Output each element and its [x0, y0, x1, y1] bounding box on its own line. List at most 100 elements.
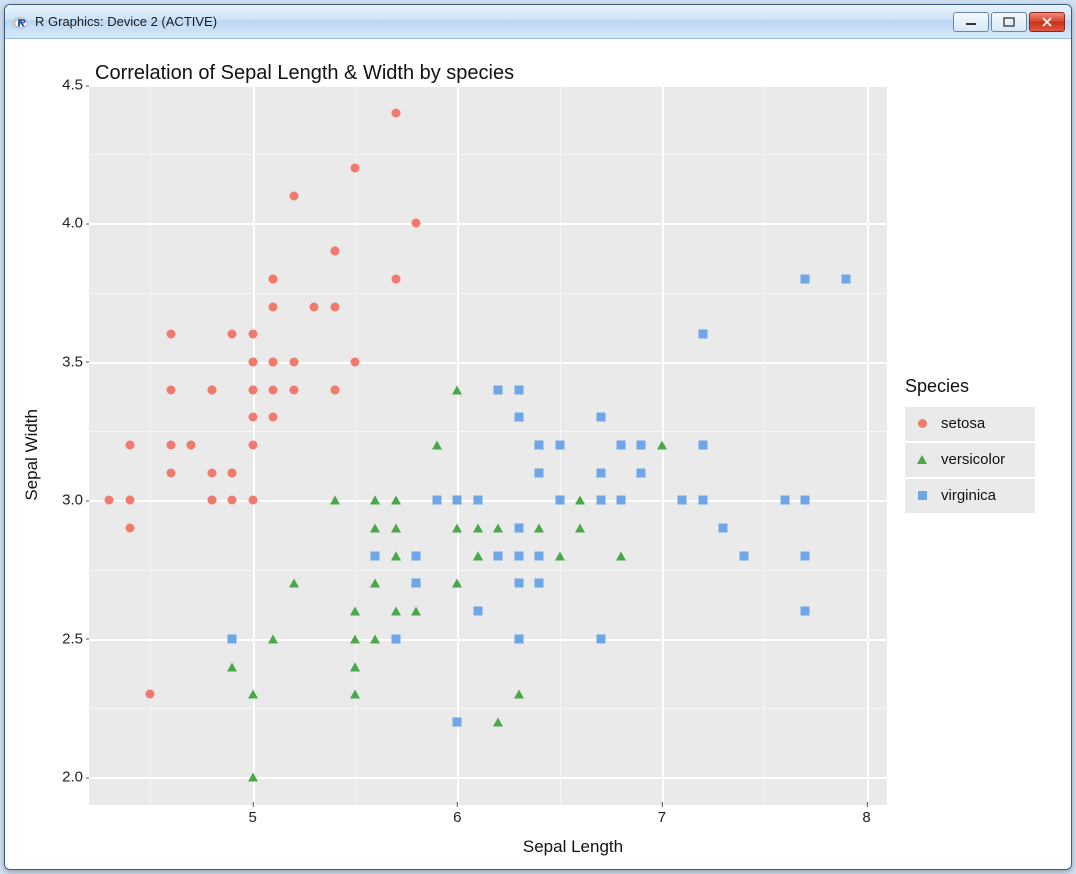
- x-tick-label: 6: [453, 809, 461, 826]
- data-point: [575, 524, 585, 533]
- x-axis-label: Sepal Length: [523, 837, 623, 857]
- legend-label: setosa: [941, 415, 985, 432]
- legend-item: versicolor: [905, 443, 1035, 477]
- data-point: [801, 551, 810, 560]
- maximize-button[interactable]: [991, 12, 1027, 32]
- x-tick-label: 7: [658, 809, 666, 826]
- data-point: [555, 551, 565, 560]
- data-point: [452, 579, 462, 588]
- data-point: [473, 607, 482, 616]
- data-point: [289, 579, 299, 588]
- legend-item: virginica: [905, 479, 1035, 513]
- data-point: [494, 385, 503, 394]
- data-point: [125, 441, 134, 450]
- data-point: [146, 690, 155, 699]
- data-point: [432, 496, 441, 505]
- data-point: [514, 690, 524, 699]
- data-point: [473, 524, 483, 533]
- data-point: [391, 607, 401, 616]
- data-point: [616, 441, 625, 450]
- data-point: [248, 330, 257, 339]
- minimize-button[interactable]: [953, 12, 989, 32]
- data-point: [452, 385, 462, 394]
- data-point: [207, 496, 216, 505]
- data-point: [412, 579, 421, 588]
- data-point: [698, 441, 707, 450]
- data-point: [452, 524, 462, 533]
- data-point: [391, 274, 400, 283]
- data-point: [248, 690, 258, 699]
- x-tick-label: 8: [862, 809, 870, 826]
- close-button[interactable]: [1029, 12, 1065, 32]
- data-point: [535, 468, 544, 477]
- data-point: [391, 496, 401, 505]
- data-point: [514, 524, 523, 533]
- data-point: [228, 634, 237, 643]
- data-point: [575, 496, 585, 505]
- data-point: [555, 496, 564, 505]
- data-point: [596, 413, 605, 422]
- data-point: [678, 496, 687, 505]
- plot-device-content: Sepal Width 2.02.53.03.54.04.5 Correlati…: [5, 39, 1071, 869]
- data-point: [350, 164, 359, 173]
- circle-icon: [913, 415, 931, 433]
- data-point: [330, 247, 339, 256]
- data-point: [616, 551, 626, 560]
- data-point: [269, 413, 278, 422]
- data-point: [411, 607, 421, 616]
- data-point: [432, 441, 442, 450]
- data-point: [801, 274, 810, 283]
- data-point: [514, 413, 523, 422]
- chart-title: Correlation of Sepal Length & Width by s…: [95, 62, 514, 85]
- data-point: [453, 717, 462, 726]
- y-tick-label: 3.5: [62, 353, 83, 370]
- data-point: [228, 496, 237, 505]
- titlebar[interactable]: R Graphics: Device 2 (ACTIVE): [5, 5, 1071, 39]
- data-point: [166, 441, 175, 450]
- data-point: [269, 274, 278, 283]
- y-axis: 2.02.53.03.54.04.5: [49, 49, 89, 861]
- data-point: [166, 385, 175, 394]
- data-point: [269, 385, 278, 394]
- data-point: [391, 634, 400, 643]
- window-title: R Graphics: Device 2 (ACTIVE): [35, 14, 953, 29]
- data-point: [370, 634, 380, 643]
- data-point: [453, 496, 462, 505]
- r-graphics-window: R Graphics: Device 2 (ACTIVE) Sepal Widt…: [4, 4, 1072, 870]
- data-point: [657, 441, 667, 450]
- data-point: [535, 551, 544, 560]
- data-point: [350, 357, 359, 366]
- data-point: [739, 551, 748, 560]
- data-point: [330, 385, 339, 394]
- data-point: [514, 385, 523, 394]
- data-point: [555, 441, 564, 450]
- data-point: [228, 330, 237, 339]
- data-point: [473, 551, 483, 560]
- data-point: [535, 579, 544, 588]
- data-point: [801, 496, 810, 505]
- data-point: [248, 496, 257, 505]
- chart-container: Sepal Width 2.02.53.03.54.04.5 Correlati…: [15, 49, 1057, 861]
- square-icon: [913, 487, 931, 505]
- data-point: [248, 773, 258, 782]
- legend-label: virginica: [941, 487, 996, 504]
- data-point: [248, 357, 257, 366]
- data-point: [350, 690, 360, 699]
- data-point: [248, 441, 257, 450]
- data-point: [596, 634, 605, 643]
- data-point: [228, 468, 237, 477]
- data-point: [330, 496, 340, 505]
- data-point: [125, 524, 134, 533]
- legend-label: versicolor: [941, 451, 1005, 468]
- data-point: [698, 330, 707, 339]
- data-point: [207, 385, 216, 394]
- data-point: [637, 441, 646, 450]
- data-point: [719, 524, 728, 533]
- data-point: [289, 357, 298, 366]
- legend: Species setosaversicolorvirginica: [887, 85, 1057, 805]
- plot-area: [89, 85, 887, 805]
- data-point: [494, 551, 503, 560]
- data-point: [207, 468, 216, 477]
- data-point: [596, 496, 605, 505]
- data-point: [166, 468, 175, 477]
